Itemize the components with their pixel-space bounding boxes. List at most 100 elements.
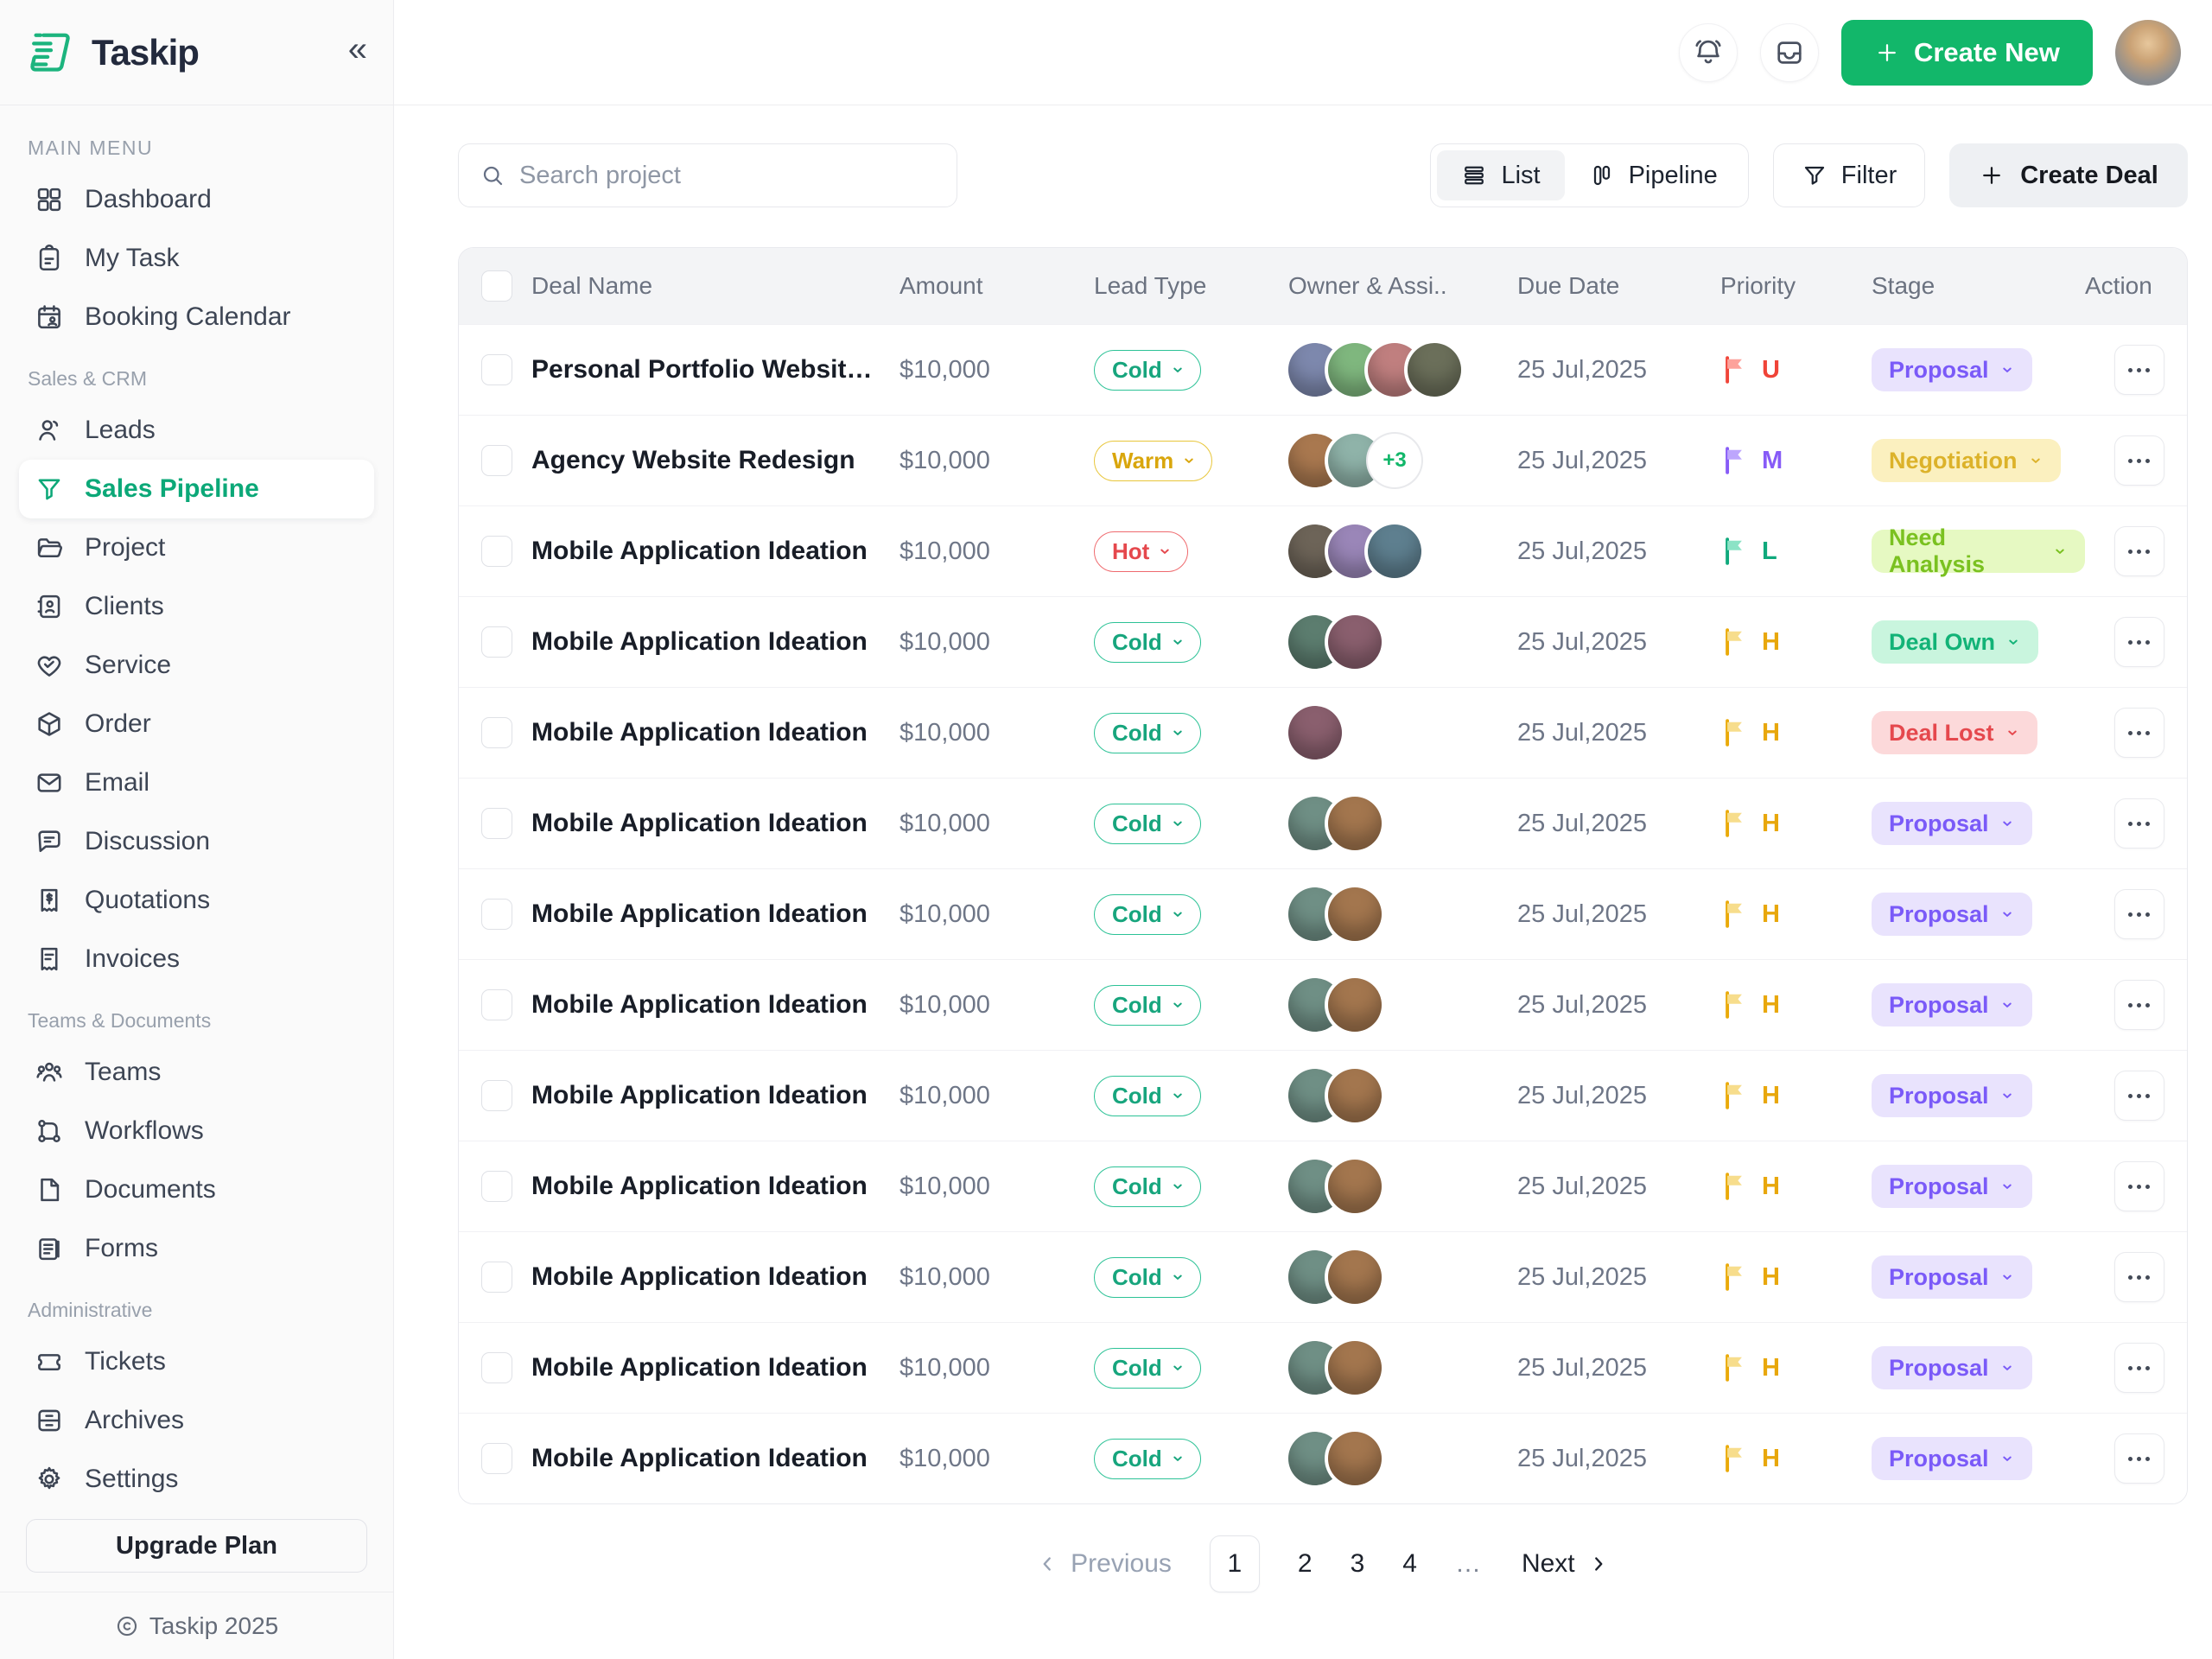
owner-avatar bbox=[1328, 1250, 1382, 1304]
lead-type-badge[interactable]: Cold bbox=[1094, 1439, 1201, 1479]
row-checkbox[interactable] bbox=[481, 717, 512, 748]
lead-type-badge[interactable]: Cold bbox=[1094, 985, 1201, 1026]
row-actions-button[interactable] bbox=[2114, 435, 2164, 486]
owner-avatars bbox=[1288, 524, 1517, 578]
row-actions-button[interactable] bbox=[2114, 526, 2164, 576]
row-actions-button[interactable] bbox=[2114, 708, 2164, 758]
sidebar-item-email[interactable]: Email bbox=[19, 753, 374, 812]
lead-type-badge[interactable]: Cold bbox=[1094, 350, 1201, 391]
row-actions-button[interactable] bbox=[2114, 617, 2164, 667]
sidebar-item-sales-pipeline[interactable]: Sales Pipeline bbox=[19, 460, 374, 518]
stage-badge[interactable]: Proposal bbox=[1872, 802, 2032, 845]
pagination-page-3[interactable]: 3 bbox=[1351, 1549, 1365, 1579]
lead-type-badge[interactable]: Warm bbox=[1094, 441, 1212, 481]
row-actions-button[interactable] bbox=[2114, 1433, 2164, 1484]
sidebar-item-workflows[interactable]: Workflows bbox=[19, 1102, 374, 1160]
owner-avatars bbox=[1288, 978, 1517, 1032]
owner-avatars bbox=[1288, 887, 1517, 941]
upgrade-plan-button[interactable]: Upgrade Plan bbox=[26, 1519, 367, 1573]
row-actions-button[interactable] bbox=[2114, 1161, 2164, 1211]
deal-name: Mobile Application Ideation bbox=[531, 809, 899, 838]
row-checkbox[interactable] bbox=[481, 989, 512, 1020]
row-checkbox[interactable] bbox=[481, 354, 512, 385]
stage-badge[interactable]: Negotiation bbox=[1872, 439, 2061, 482]
stage-badge[interactable]: Deal Own bbox=[1872, 620, 2038, 664]
stage-badge[interactable]: Proposal bbox=[1872, 1346, 2032, 1389]
lead-type-badge[interactable]: Cold bbox=[1094, 1076, 1201, 1116]
lead-type-badge[interactable]: Cold bbox=[1094, 1166, 1201, 1207]
sidebar-item-teams[interactable]: Teams bbox=[19, 1043, 374, 1102]
view-pipeline-tab[interactable]: Pipeline bbox=[1565, 150, 1742, 200]
sidebar-item-invoices[interactable]: Invoices bbox=[19, 930, 374, 988]
chevron-down-icon bbox=[1999, 997, 2015, 1013]
row-checkbox[interactable] bbox=[481, 1262, 512, 1293]
sidebar-collapse-button[interactable]: « bbox=[348, 32, 367, 73]
sidebar-item-order[interactable]: Order bbox=[19, 695, 374, 753]
row-checkbox[interactable] bbox=[481, 1352, 512, 1383]
stage-badge[interactable]: Need Analysis bbox=[1872, 530, 2085, 573]
stage-badge[interactable]: Proposal bbox=[1872, 1165, 2032, 1208]
sidebar-item-booking-calendar[interactable]: Booking Calendar bbox=[19, 288, 374, 346]
stage-badge[interactable]: Proposal bbox=[1872, 893, 2032, 936]
row-actions-button[interactable] bbox=[2114, 345, 2164, 395]
pagination-previous-button[interactable]: Previous bbox=[1036, 1549, 1172, 1579]
pagination-page-2[interactable]: 2 bbox=[1298, 1549, 1313, 1579]
row-actions-button[interactable] bbox=[2114, 1071, 2164, 1121]
search-input[interactable] bbox=[519, 162, 936, 190]
filter-button[interactable]: Filter bbox=[1773, 143, 1925, 207]
row-actions-button[interactable] bbox=[2114, 1343, 2164, 1393]
row-actions-button[interactable] bbox=[2114, 889, 2164, 939]
lead-type-badge[interactable]: Cold bbox=[1094, 713, 1201, 753]
pagination-next-button[interactable]: Next bbox=[1522, 1549, 1610, 1579]
sidebar-item-project[interactable]: Project bbox=[19, 518, 374, 577]
sidebar-item-my-task[interactable]: My Task bbox=[19, 229, 374, 288]
stage-badge[interactable]: Proposal bbox=[1872, 983, 2032, 1027]
notifications-button[interactable] bbox=[1679, 23, 1738, 82]
view-list-tab[interactable]: List bbox=[1437, 150, 1564, 200]
pagination-page-4[interactable]: 4 bbox=[1402, 1549, 1417, 1579]
row-actions-button[interactable] bbox=[2114, 980, 2164, 1030]
sidebar-item-dashboard[interactable]: Dashboard bbox=[19, 170, 374, 229]
row-actions-button[interactable] bbox=[2114, 1252, 2164, 1302]
user-avatar[interactable] bbox=[2115, 20, 2181, 86]
row-checkbox[interactable] bbox=[481, 899, 512, 930]
lead-type-badge[interactable]: Cold bbox=[1094, 894, 1201, 935]
select-all-checkbox[interactable] bbox=[481, 270, 512, 302]
row-checkbox[interactable] bbox=[481, 808, 512, 839]
create-new-button[interactable]: Create New bbox=[1841, 20, 2093, 86]
stage-badge[interactable]: Proposal bbox=[1872, 1437, 2032, 1480]
table-row: Mobile Application Ideation$10,000Cold25… bbox=[459, 687, 2187, 778]
lead-type-badge[interactable]: Cold bbox=[1094, 622, 1201, 663]
row-checkbox[interactable] bbox=[481, 626, 512, 658]
column-header-owner-assi: Owner & Assi.. bbox=[1288, 272, 1517, 300]
row-checkbox[interactable] bbox=[481, 1171, 512, 1202]
sidebar-item-quotations[interactable]: Quotations bbox=[19, 871, 374, 930]
sidebar-item-leads[interactable]: Leads bbox=[19, 401, 374, 460]
stage-badge[interactable]: Proposal bbox=[1872, 1074, 2032, 1117]
sidebar-item-tickets[interactable]: Tickets bbox=[19, 1332, 374, 1391]
create-deal-button[interactable]: Create Deal bbox=[1949, 143, 2188, 207]
row-checkbox[interactable] bbox=[481, 1443, 512, 1474]
stage-badge[interactable]: Deal Lost bbox=[1872, 711, 2037, 754]
sidebar-item-discussion[interactable]: Discussion bbox=[19, 812, 374, 871]
lead-type-badge[interactable]: Cold bbox=[1094, 1257, 1201, 1298]
lead-type-badge[interactable]: Cold bbox=[1094, 1348, 1201, 1389]
stage-badge[interactable]: Proposal bbox=[1872, 1255, 2032, 1299]
row-checkbox[interactable] bbox=[481, 536, 512, 567]
inbox-button[interactable] bbox=[1760, 23, 1819, 82]
row-checkbox[interactable] bbox=[481, 445, 512, 476]
row-actions-button[interactable] bbox=[2114, 798, 2164, 849]
sidebar-item-archives[interactable]: Archives bbox=[19, 1391, 374, 1450]
pagination-page-1[interactable]: 1 bbox=[1210, 1535, 1260, 1592]
stage-badge[interactable]: Proposal bbox=[1872, 348, 2032, 391]
row-checkbox[interactable] bbox=[481, 1080, 512, 1111]
lead-type-badge[interactable]: Hot bbox=[1094, 531, 1188, 572]
priority-letter: H bbox=[1762, 991, 1780, 1020]
sidebar-item-service[interactable]: Service bbox=[19, 636, 374, 695]
sidebar-item-clients[interactable]: Clients bbox=[19, 577, 374, 636]
sidebar-item-settings[interactable]: Settings bbox=[19, 1450, 374, 1507]
lead-type-badge[interactable]: Cold bbox=[1094, 804, 1201, 844]
sidebar-item-documents[interactable]: Documents bbox=[19, 1160, 374, 1219]
sidebar-item-forms[interactable]: Forms bbox=[19, 1219, 374, 1278]
pagination-ellipsis[interactable]: … bbox=[1455, 1549, 1484, 1579]
